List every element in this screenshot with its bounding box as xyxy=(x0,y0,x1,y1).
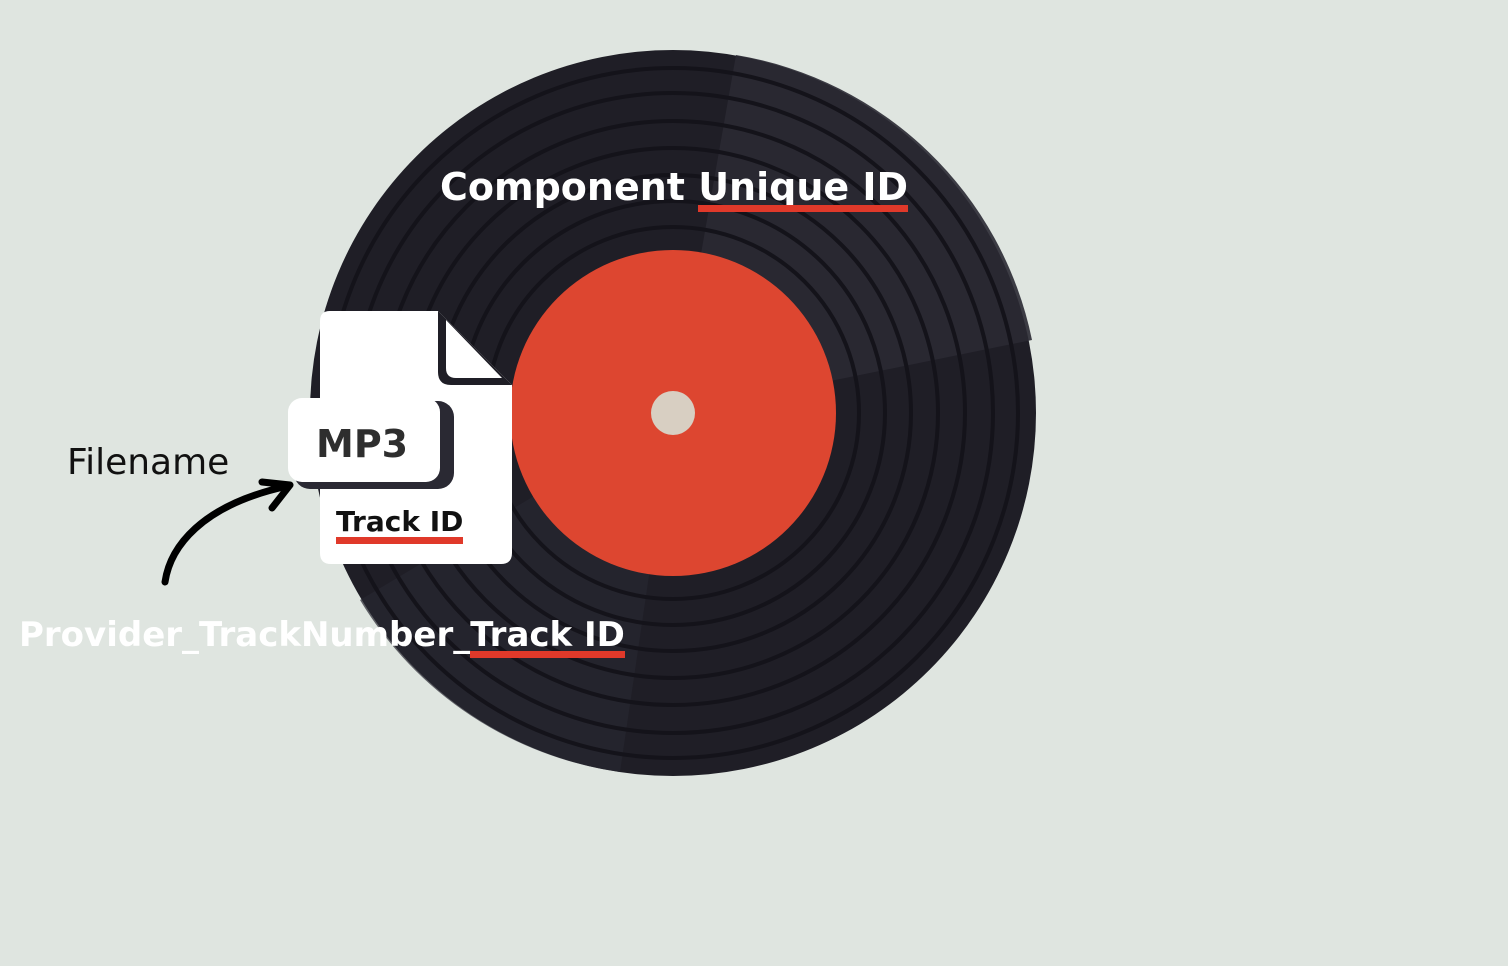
diagram-graphics xyxy=(161,50,1036,776)
component-title: Component Unique ID xyxy=(440,165,909,212)
unique-id-highlight: Unique ID xyxy=(698,165,909,212)
diagram-canvas: Component Unique ID Filename MP3 Track I… xyxy=(0,0,1508,966)
mp3-type-label: MP3 xyxy=(316,422,409,466)
pattern-track-id-highlight: Track ID xyxy=(470,615,625,658)
file-track-id-label: Track ID xyxy=(336,505,464,544)
curved-arrow-icon xyxy=(161,478,294,586)
filename-pattern: Provider_TrackNumber_Track ID xyxy=(19,615,625,658)
filename-pattern-prefix: Provider_TrackNumber_ xyxy=(19,615,471,655)
component-title-prefix: Component xyxy=(440,165,685,209)
spindle-hole-icon xyxy=(651,391,695,435)
filename-label: Filename xyxy=(67,442,230,483)
